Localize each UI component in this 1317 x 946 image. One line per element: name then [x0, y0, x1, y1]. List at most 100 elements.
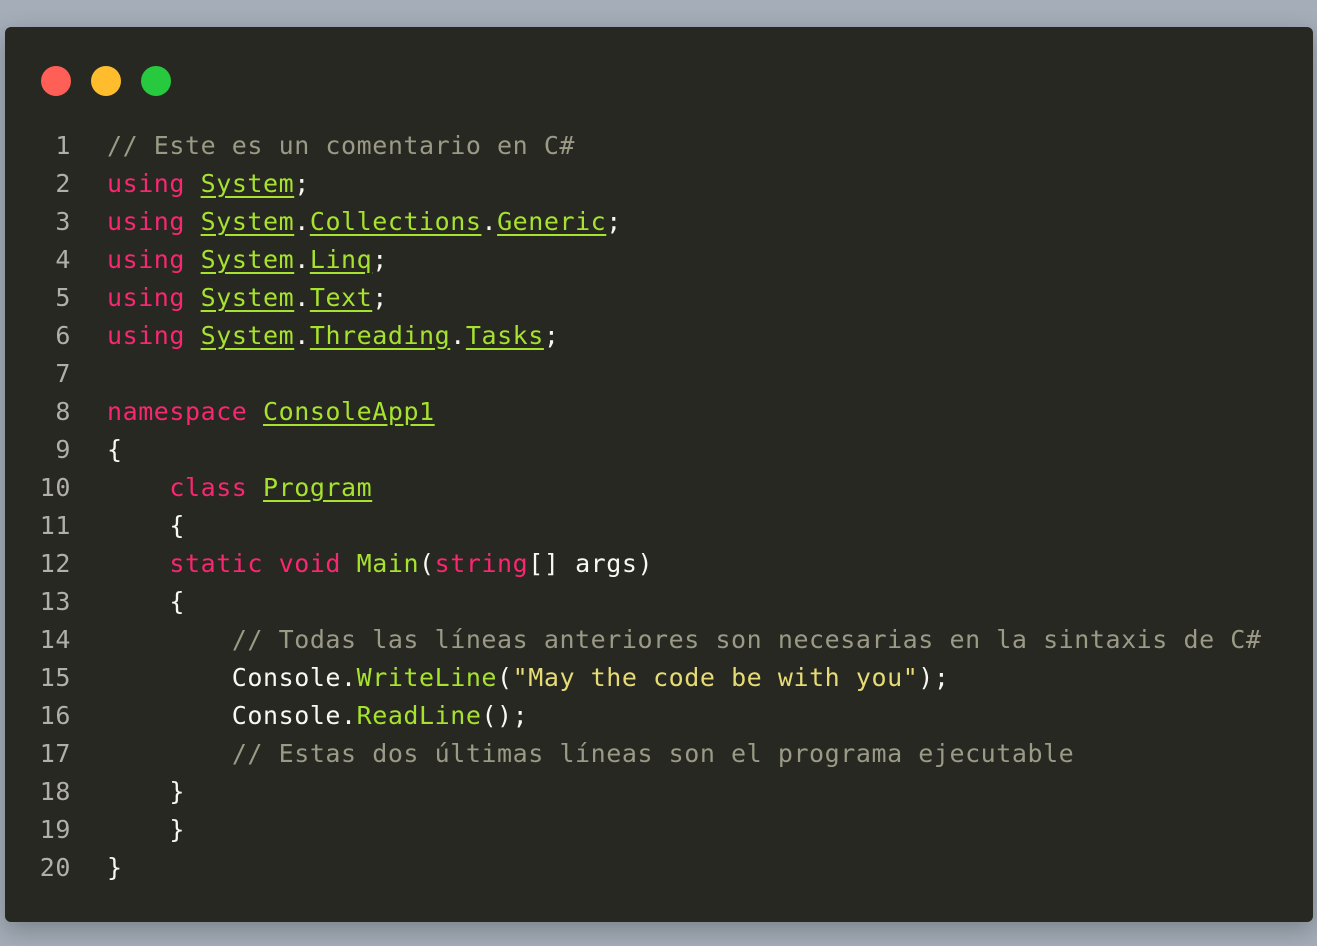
code-token-plain: } — [107, 815, 186, 844]
code-token-plain: } — [107, 777, 186, 806]
line-number: 20 — [39, 853, 71, 882]
code-token-plain: . — [294, 207, 310, 236]
code-line: 1 // Este es un comentario en C# — [5, 127, 1262, 165]
line-number: 18 — [39, 777, 71, 806]
line-number: 1 — [55, 131, 71, 160]
code-token-plain: ; — [294, 169, 310, 198]
line-number: 12 — [39, 549, 71, 578]
code-line: 11 { — [5, 507, 1262, 545]
line-number: 2 — [55, 169, 71, 198]
code-token-keyword: namespace — [107, 397, 248, 426]
code-token-func: ReadLine — [356, 701, 482, 730]
line-number: 13 — [39, 587, 71, 616]
line-number: 5 — [55, 283, 71, 312]
code-token-type: System — [200, 207, 295, 236]
code-token-plain: ; — [543, 321, 560, 350]
code-line: 6 using System.Threading.Tasks; — [5, 317, 1262, 355]
code-token-plain: ; — [372, 283, 388, 312]
code-line: 17 // Estas dos últimas líneas son el pr… — [5, 735, 1262, 773]
code-line: 9{ — [5, 431, 1262, 469]
code-line-content: { — [107, 431, 123, 469]
code-line: 10 class Program — [5, 469, 1262, 507]
code-line-content: { — [107, 583, 185, 621]
code-token-type: System — [200, 321, 295, 350]
code-token-type: System — [200, 283, 295, 312]
code-line: 20} — [5, 849, 1262, 887]
code-line-content: Console.ReadLine(); — [107, 697, 528, 735]
code-token-plain: [] args) — [528, 549, 654, 578]
code-line: 2 using System; — [5, 165, 1262, 203]
code-token-plain: ; — [606, 207, 622, 236]
close-dot-icon[interactable] — [41, 66, 71, 96]
code-line-content: using System; — [107, 165, 310, 203]
window-controls — [41, 66, 171, 96]
line-number: 19 — [39, 815, 71, 844]
code-token-plain: . — [481, 207, 498, 236]
code-line: 3 using System.Collections.Generic; — [5, 203, 1262, 241]
code-token-type: Text — [309, 283, 373, 312]
code-line: 18 } — [5, 773, 1262, 811]
code-line-content: } — [107, 773, 185, 811]
line-number: 14 — [39, 625, 71, 654]
code-token-plain: Console. — [107, 701, 357, 730]
code-window: 1 // Este es un comentario en C# 2 using Sy… — [5, 27, 1313, 922]
code-line-content: using System.Linq; — [107, 241, 388, 279]
code-line-content: } — [107, 849, 123, 887]
code-line: 15 Console.WriteLine("May the code be wi… — [5, 659, 1262, 697]
code-token-type: System — [200, 245, 295, 274]
minimize-dot-icon[interactable] — [91, 66, 121, 96]
line-number: 6 — [55, 321, 71, 350]
code-token-plain: } — [107, 853, 123, 882]
code-token-plain: ); — [918, 663, 950, 692]
code-token-type: Threading — [309, 321, 451, 350]
code-token-plain: Console. — [107, 663, 357, 692]
code-token-type: ConsoleApp1 — [263, 397, 435, 426]
code-token-type: System — [200, 169, 295, 198]
code-line-content: { — [107, 507, 185, 545]
code-token-keyword: using — [107, 321, 186, 350]
code-token-comment: // Estas dos últimas líneas son el progr… — [231, 739, 1075, 768]
code-block: 1 // Este es un comentario en C# 2 using Sy… — [5, 127, 1262, 887]
code-token-keyword: using — [107, 207, 186, 236]
maximize-dot-icon[interactable] — [141, 66, 171, 96]
code-token-plain: . — [294, 283, 310, 312]
code-line-content: static void Main(string[] args) — [107, 545, 653, 583]
code-token-func: WriteLine — [356, 663, 498, 692]
code-line: 8 namespace ConsoleApp1 — [5, 393, 1262, 431]
code-line: 16 Console.ReadLine(); — [5, 697, 1262, 735]
code-token-keyword: class — [169, 473, 248, 502]
line-number: 17 — [39, 739, 71, 768]
code-line: 13 { — [5, 583, 1262, 621]
code-token-plain: . — [450, 321, 466, 350]
code-line-content: } — [107, 811, 185, 849]
code-token-keyword: using — [107, 283, 186, 312]
code-line-content: // Este es un comentario en C# — [107, 127, 575, 165]
code-line: 5 using System.Text; — [5, 279, 1262, 317]
line-number: 4 — [55, 245, 71, 274]
code-line-content: // Todas las líneas anteriores son neces… — [107, 621, 1262, 659]
code-line: 14 // Todas las líneas anteriores son ne… — [5, 621, 1262, 659]
line-number: 3 — [55, 207, 71, 236]
code-token-keyword: void — [278, 549, 342, 578]
line-number: 15 — [39, 663, 71, 692]
code-token-type: Collections — [309, 207, 482, 236]
code-line: 4 using System.Linq; — [5, 241, 1262, 279]
code-token-plain: { — [107, 587, 186, 616]
code-line-content: namespace ConsoleApp1 — [107, 393, 435, 431]
code-token-comment: // Este es un comentario en C# — [107, 131, 576, 160]
code-line-content: using System.Collections.Generic; — [107, 203, 622, 241]
code-token-keyword: string — [434, 549, 529, 578]
line-number: 9 — [55, 435, 71, 464]
line-number: 10 — [39, 473, 71, 502]
